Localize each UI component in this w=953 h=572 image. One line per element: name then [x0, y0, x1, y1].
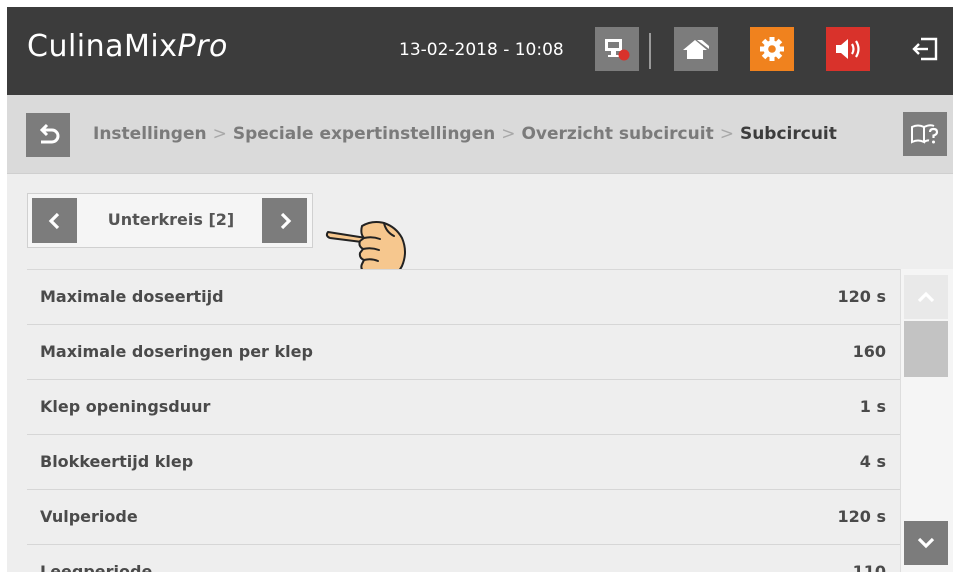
setting-label: Maximale doseringen per klep: [40, 342, 313, 361]
home-button[interactable]: [674, 27, 718, 71]
next-button[interactable]: [262, 198, 307, 243]
monitor-alert-button[interactable]: [595, 27, 639, 71]
breadcrumb-separator: >: [212, 124, 227, 144]
breadcrumb-current: Subcircuit: [739, 124, 837, 144]
list-item[interactable]: Blokkeertijd klep 4 s: [27, 435, 900, 490]
home-icon: [683, 40, 709, 59]
breadcrumb-bar: Instellingen > Speciale expertinstellingen…: [7, 95, 953, 174]
back-arrow-icon: [39, 123, 60, 144]
setting-value: 120 s: [837, 507, 887, 526]
top-bar: CulinaMixPro 13-02-2018 - 10:08: [7, 7, 953, 95]
brand-main: CulinaMix: [27, 29, 178, 64]
list-item[interactable]: Klep openingsduur 1 s: [27, 380, 900, 435]
chevron-left-icon: [48, 212, 59, 229]
logout-icon: [912, 37, 938, 61]
setting-value: 160: [852, 342, 886, 361]
app-logo: CulinaMixPro: [27, 29, 228, 64]
chevron-up-icon: [917, 291, 935, 303]
logout-button[interactable]: [903, 27, 947, 71]
list-item[interactable]: Leegperiode 110: [27, 545, 900, 572]
subcircuit-pager: Unterkreis [2]: [27, 193, 313, 248]
chevron-right-icon: [280, 212, 291, 229]
sound-button[interactable]: [826, 27, 870, 71]
setting-label: Vulperiode: [40, 507, 138, 526]
setting-value: 1 s: [859, 397, 886, 416]
setting-label: Maximale doseertijd: [40, 287, 224, 306]
back-button[interactable]: [26, 113, 70, 157]
help-button[interactable]: [903, 112, 947, 156]
setting-value: 110: [852, 562, 886, 572]
setting-value: 120 s: [837, 287, 887, 306]
list-item[interactable]: Vulperiode 120 s: [27, 490, 900, 545]
monitor-alert-icon: [605, 39, 630, 61]
scroll-thumb[interactable]: [904, 321, 948, 377]
breadcrumb-item[interactable]: Instellingen: [93, 124, 207, 144]
breadcrumb-separator: >: [501, 124, 516, 144]
scroll-down-button[interactable]: [904, 521, 948, 565]
date-time: 13-02-2018 - 10:08: [399, 40, 564, 60]
list-scrollbar[interactable]: [900, 269, 953, 572]
settings-list: Maximale doseertijd 120 s Maximale doser…: [27, 269, 900, 572]
app-window: CulinaMixPro 13-02-2018 - 10:08 Instelli…: [7, 7, 953, 572]
header-separator: [649, 33, 651, 69]
pager-label: Unterkreis [2]: [107, 210, 235, 229]
setting-label: Klep openingsduur: [40, 397, 211, 416]
gear-icon: [760, 37, 784, 61]
speaker-icon: [836, 39, 860, 59]
chevron-down-icon: [917, 537, 935, 549]
previous-button[interactable]: [32, 198, 77, 243]
setting-label: Blokkeertijd klep: [40, 452, 194, 471]
settings-button[interactable]: [750, 27, 794, 71]
breadcrumb-item[interactable]: Overzicht subcircuit: [521, 124, 713, 144]
setting-label: Leegperiode: [40, 562, 153, 572]
breadcrumb-separator: >: [719, 124, 734, 144]
scroll-up-button[interactable]: [904, 275, 948, 319]
setting-value: 4 s: [859, 452, 886, 471]
brand-suffix: Pro: [177, 29, 228, 64]
list-item[interactable]: Maximale doseringen per klep 160: [27, 325, 900, 380]
list-item[interactable]: Maximale doseertijd 120 s: [27, 270, 900, 325]
book-help-icon: [911, 124, 939, 144]
breadcrumb: Instellingen > Speciale expertinstellingen…: [93, 124, 837, 144]
breadcrumb-item[interactable]: Speciale expertinstellingen: [233, 124, 495, 144]
